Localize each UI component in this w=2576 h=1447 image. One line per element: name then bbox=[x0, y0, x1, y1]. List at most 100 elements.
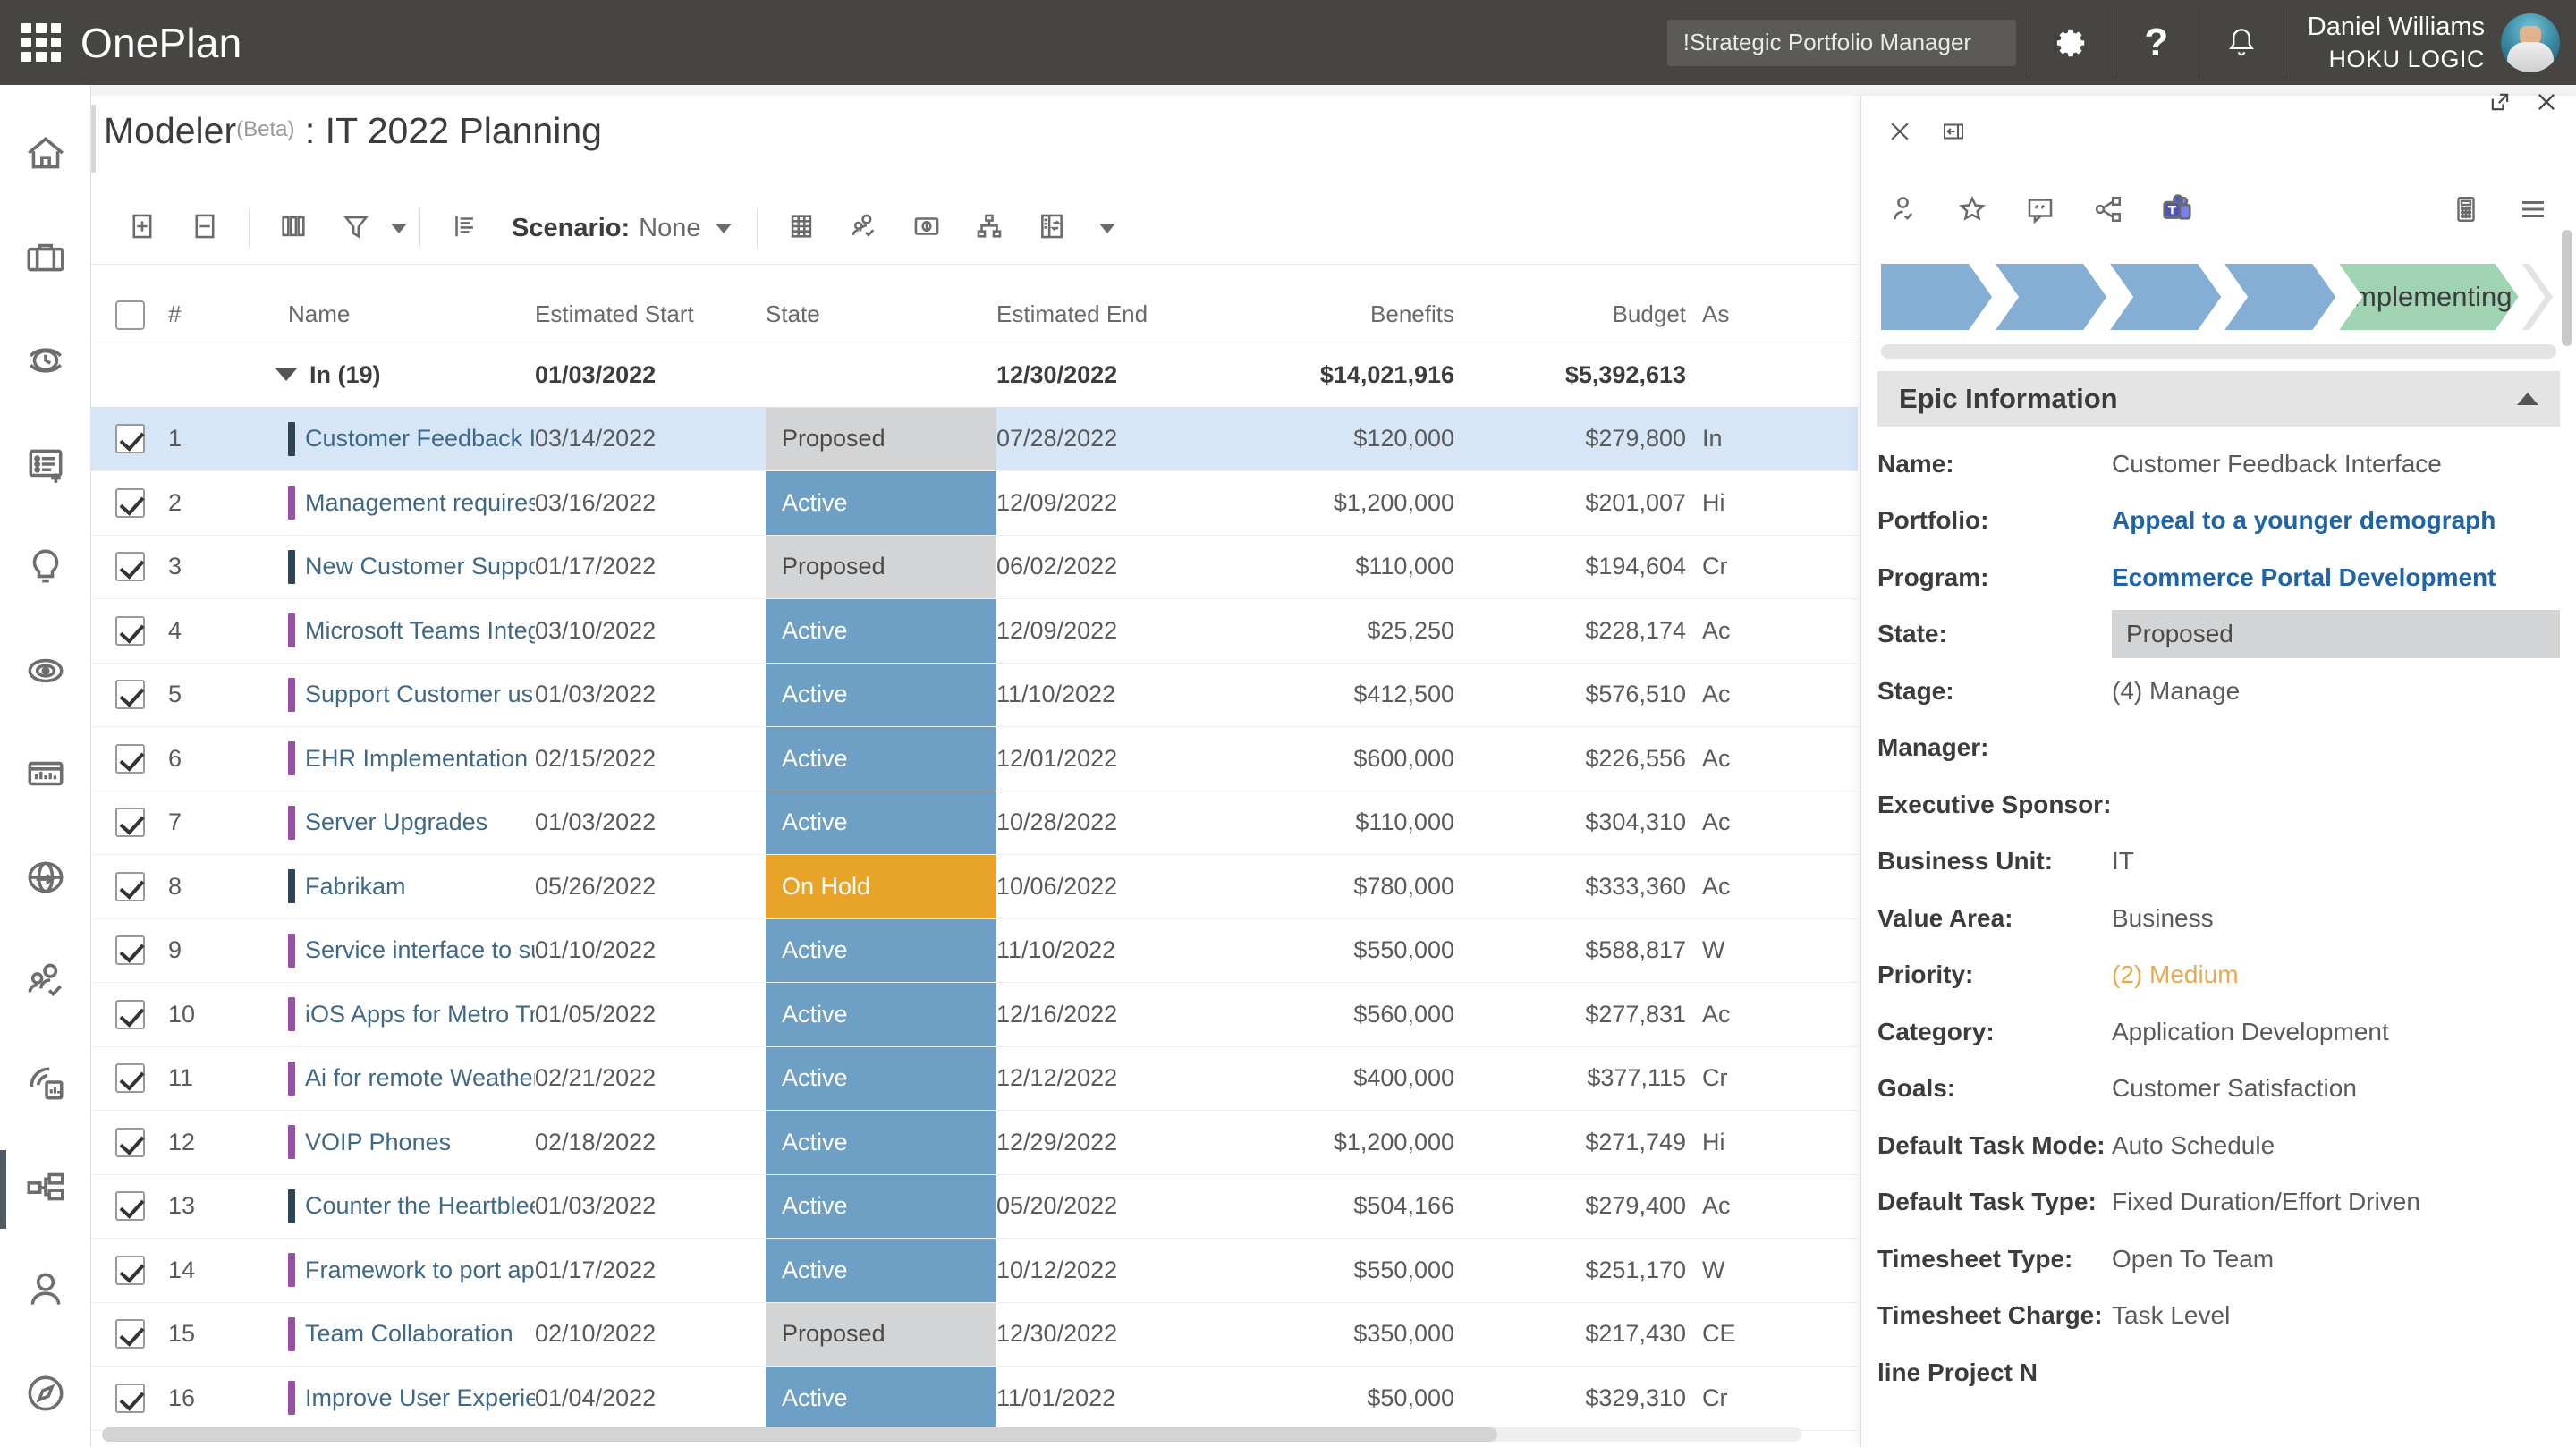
teams-button[interactable] bbox=[2160, 192, 2194, 231]
column-header-budget[interactable]: Budget bbox=[1470, 300, 1699, 343]
row-checkbox[interactable] bbox=[114, 1127, 145, 1157]
row-name-cell[interactable]: Support Customer usin bbox=[275, 664, 535, 727]
favorite-button[interactable] bbox=[1956, 193, 1988, 230]
row-checkbox[interactable] bbox=[114, 1319, 145, 1350]
row-name-cell[interactable]: Microsoft Teams Integra bbox=[275, 599, 535, 663]
table-row[interactable]: 3 New Customer Support 01/17/2022 Proposed 0… bbox=[91, 535, 1858, 599]
sidebar-item-admin[interactable] bbox=[0, 1344, 91, 1447]
popout-button[interactable] bbox=[2487, 90, 2513, 117]
row-select-cell[interactable] bbox=[91, 919, 168, 983]
row-select-cell[interactable] bbox=[91, 1367, 168, 1430]
notifications-button[interactable] bbox=[2199, 0, 2284, 85]
row-name-cell[interactable]: Counter the Heartbleed bbox=[275, 1175, 535, 1239]
row-select-cell[interactable] bbox=[91, 727, 168, 791]
select-all-header[interactable] bbox=[91, 300, 168, 343]
user-menu[interactable]: Daniel Williams HOKU LOGIC bbox=[2284, 0, 2576, 85]
sidebar-item-modeler[interactable] bbox=[0, 1138, 91, 1240]
summary-name-cell[interactable]: In (19) bbox=[275, 343, 535, 407]
row-select-cell[interactable] bbox=[91, 983, 168, 1046]
row-checkbox[interactable] bbox=[114, 1063, 145, 1094]
detail-field-value[interactable]: Ecommerce Portal Development bbox=[2112, 563, 2560, 592]
group-button[interactable] bbox=[433, 200, 496, 256]
row-name-link[interactable]: Server Upgrades bbox=[305, 808, 487, 836]
row-name-link[interactable]: Framework to port appl bbox=[305, 1257, 535, 1284]
row-name-cell[interactable]: Customer Feedback Inte bbox=[275, 408, 535, 471]
row-name-cell[interactable]: New Customer Support bbox=[275, 536, 535, 599]
detail-collapse-button[interactable] bbox=[1940, 118, 1967, 149]
detail-panel-scrollbar[interactable] bbox=[2562, 230, 2572, 346]
row-name-cell[interactable]: Framework to port appl bbox=[275, 1239, 535, 1302]
compare-button[interactable] bbox=[1021, 200, 1083, 256]
row-select-cell[interactable] bbox=[91, 791, 168, 855]
portfolio-selector[interactable]: !Strategic Portfolio Manager bbox=[1666, 19, 2016, 66]
row-name-link[interactable]: Team Collaboration bbox=[305, 1320, 513, 1348]
row-name-link[interactable]: Management requires a bbox=[305, 489, 535, 517]
table-row[interactable]: 11 Ai for remote Weather S02/21/2022 Activ… bbox=[91, 1046, 1858, 1111]
row-checkbox[interactable] bbox=[114, 1191, 145, 1222]
sidebar-item-my-profile[interactable] bbox=[0, 1240, 91, 1343]
row-checkbox[interactable] bbox=[114, 680, 145, 710]
epic-information-section-header[interactable]: Epic Information bbox=[1877, 371, 2560, 427]
comments-button[interactable] bbox=[2024, 193, 2056, 230]
column-header-name[interactable]: Name bbox=[275, 300, 535, 343]
row-name-link[interactable]: New Customer Support bbox=[305, 553, 535, 580]
row-select-cell[interactable] bbox=[91, 1111, 168, 1174]
sidebar-item-goals[interactable] bbox=[0, 621, 91, 724]
sidebar-item-ideas[interactable] bbox=[0, 518, 91, 621]
row-name-link[interactable]: Fabrikam bbox=[305, 873, 406, 901]
row-name-link[interactable]: Counter the Heartbleed bbox=[305, 1192, 535, 1220]
column-header-estimated-end[interactable]: Estimated End bbox=[996, 300, 1229, 343]
row-name-cell[interactable]: Service interface to sup bbox=[275, 919, 535, 983]
row-checkbox[interactable] bbox=[114, 552, 145, 582]
column-header-number[interactable]: # bbox=[168, 300, 275, 343]
row-checkbox[interactable] bbox=[114, 935, 145, 966]
row-select-cell[interactable] bbox=[91, 471, 168, 535]
row-name-link[interactable]: Improve User Experienc bbox=[305, 1384, 535, 1412]
row-select-cell[interactable] bbox=[91, 599, 168, 663]
cost-plan-button[interactable] bbox=[895, 200, 958, 256]
row-name-link[interactable]: Customer Feedback Inte bbox=[305, 425, 535, 453]
chevron-down-icon[interactable] bbox=[275, 368, 297, 382]
row-select-cell[interactable] bbox=[91, 1175, 168, 1239]
row-name-link[interactable]: Ai for remote Weather S bbox=[305, 1064, 535, 1092]
sidebar-item-powerbi[interactable] bbox=[0, 1034, 91, 1137]
row-name-link[interactable]: EHR Implementation bbox=[305, 745, 528, 773]
row-name-link[interactable]: Support Customer usin bbox=[305, 681, 535, 708]
stage-segment[interactable] bbox=[1996, 264, 2106, 330]
share-button[interactable] bbox=[2092, 193, 2124, 230]
table-row[interactable]: 15 Team Collaboration 02/10/2022 Proposed 12… bbox=[91, 1302, 1858, 1367]
chevron-up-icon[interactable] bbox=[2517, 393, 2538, 405]
scenario-value[interactable]: None bbox=[639, 214, 700, 243]
table-row[interactable]: 5 Support Customer usin 01/03/2022 Active 11… bbox=[91, 663, 1858, 727]
row-checkbox[interactable] bbox=[114, 1255, 145, 1285]
row-select-cell[interactable] bbox=[91, 408, 168, 471]
row-name-link[interactable]: Service interface to sup bbox=[305, 936, 535, 964]
sidebar-item-portfolio[interactable] bbox=[0, 207, 91, 310]
sidebar-item-reports[interactable] bbox=[0, 724, 91, 827]
settings-button[interactable] bbox=[2029, 0, 2114, 85]
row-name-cell[interactable]: Management requires a bbox=[275, 471, 535, 535]
column-header-benefits[interactable]: Benefits bbox=[1229, 300, 1470, 343]
row-select-cell[interactable] bbox=[91, 664, 168, 727]
collapse-all-button[interactable] bbox=[174, 200, 236, 256]
table-row[interactable]: 2 Management requires a 03/16/2022 Active 12… bbox=[91, 471, 1858, 536]
close-button[interactable] bbox=[2533, 90, 2560, 117]
column-header-state[interactable]: State bbox=[766, 300, 996, 343]
select-all-checkbox[interactable] bbox=[114, 300, 145, 330]
columns-button[interactable] bbox=[262, 200, 325, 256]
row-name-cell[interactable]: Fabrikam bbox=[275, 855, 535, 918]
help-button[interactable]: ? bbox=[2114, 0, 2199, 85]
row-checkbox[interactable] bbox=[114, 808, 145, 838]
row-name-cell[interactable]: Server Upgrades bbox=[275, 791, 535, 855]
table-row[interactable]: 1 Customer Feedback Inte03/14/2022 Propose… bbox=[91, 407, 1858, 471]
sidebar-item-home[interactable] bbox=[0, 105, 91, 207]
sidebar-item-new-work[interactable] bbox=[0, 414, 91, 517]
table-row[interactable]: 14 Framework to port appl 01/17/2022 Active… bbox=[91, 1239, 1858, 1303]
row-checkbox[interactable] bbox=[114, 424, 145, 454]
row-name-cell[interactable]: Ai for remote Weather S bbox=[275, 1047, 535, 1111]
row-checkbox[interactable] bbox=[114, 487, 145, 518]
grid-horizontal-scrollbar[interactable] bbox=[102, 1427, 1801, 1442]
assign-user-button[interactable] bbox=[1888, 193, 1920, 230]
table-row[interactable]: 13 Counter the Heartbleed 01/03/2022 Active… bbox=[91, 1174, 1858, 1239]
table-row[interactable]: 10 iOS Apps for Metro Trar 01/05/2022 Activ… bbox=[91, 983, 1858, 1047]
